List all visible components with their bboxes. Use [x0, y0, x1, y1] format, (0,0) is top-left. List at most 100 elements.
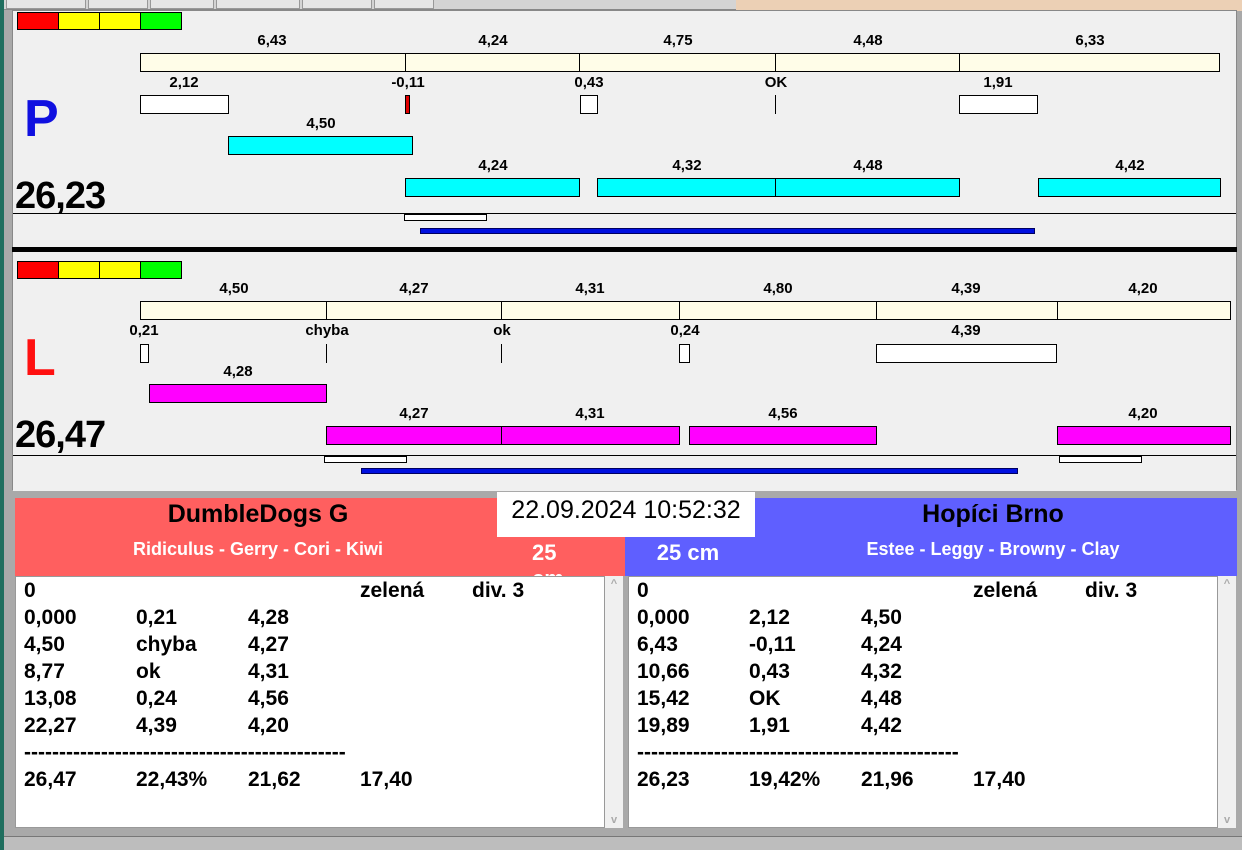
left-scrollbar[interactable]: ^ v	[605, 576, 623, 828]
total-cell: 21,96	[861, 768, 914, 791]
reaction-label: 0,21	[129, 322, 159, 339]
result-cell: div. 3	[472, 579, 525, 602]
reaction-marker	[775, 95, 776, 114]
lane-total-time: 26,23	[15, 175, 106, 217]
result-cell: 4,24	[861, 633, 902, 656]
progress-track	[13, 213, 1236, 249]
reaction-bar	[140, 95, 229, 114]
reaction-label: 2,12	[169, 74, 199, 91]
result-cell: 8,77	[24, 660, 65, 683]
reaction-label: ok	[493, 322, 511, 339]
split-bar	[775, 53, 960, 72]
team-name: DumbleDogs G	[167, 500, 349, 528]
result-cell: div. 3	[1085, 579, 1138, 602]
tab[interactable]	[88, 0, 148, 9]
result-cell: 1,91	[749, 714, 790, 737]
progress-bar	[361, 468, 1018, 474]
result-cell: chyba	[136, 633, 197, 656]
split-bar	[579, 53, 776, 72]
result-cell: 4,32	[861, 660, 902, 683]
right-scrollbar[interactable]: ^ v	[1218, 576, 1236, 828]
split-bar	[405, 53, 580, 72]
run-bar	[405, 178, 580, 197]
split-label: 4,20	[1128, 280, 1158, 297]
datetime: 22.09.2024 10:52:32	[497, 492, 755, 537]
tab[interactable]	[216, 0, 300, 9]
reaction-bar	[580, 95, 598, 114]
tab[interactable]	[374, 0, 434, 9]
split-label: 4,80	[763, 280, 793, 297]
scroll-down-icon[interactable]: v	[605, 814, 623, 826]
tab[interactable]	[6, 0, 86, 9]
reaction-bar	[679, 344, 690, 363]
total-cell: 26,47	[24, 768, 77, 791]
result-cell: 0,000	[637, 606, 690, 629]
total-cell: 22,43%	[136, 768, 208, 791]
progress-marker	[1059, 456, 1142, 463]
result-cell: 0	[24, 579, 36, 602]
tab[interactable]	[302, 0, 372, 9]
result-cell: zelená	[973, 579, 1038, 602]
result-cell: 4,20	[248, 714, 289, 737]
result-cell: 0,21	[136, 606, 177, 629]
tab[interactable]	[150, 0, 214, 9]
result-cell: 4,31	[248, 660, 289, 683]
split-label: 6,43	[257, 32, 287, 49]
reaction-label: 1,91	[983, 74, 1013, 91]
reaction-marker	[326, 344, 327, 363]
reaction-marker	[501, 344, 502, 363]
result-cell: zelená	[360, 579, 425, 602]
reaction-bar	[140, 344, 149, 363]
split-bar	[326, 301, 502, 320]
run-label: 4,50	[306, 115, 336, 132]
split-bar	[959, 53, 1220, 72]
right-results-textarea[interactable]	[628, 576, 1218, 828]
result-cell: 4,42	[861, 714, 902, 737]
split-label: 4,50	[219, 280, 249, 297]
total-cell: 17,40	[360, 768, 413, 791]
run-bar	[228, 136, 413, 155]
reaction-label: 4,39	[951, 322, 981, 339]
lane-letter: P	[24, 90, 59, 148]
window-edge	[0, 0, 4, 850]
scroll-down-icon[interactable]: v	[1218, 814, 1236, 826]
reaction-label: -0,11	[391, 74, 425, 91]
jump-height: 25 cm	[656, 540, 720, 565]
run-label: 4,56	[768, 405, 798, 422]
split-bar	[140, 301, 327, 320]
team-dogs: Ridiculus - Gerry - Cori - Kiwi	[132, 539, 384, 559]
run-bar	[501, 426, 680, 445]
result-cell: 19,89	[637, 714, 690, 737]
result-cell: 0	[637, 579, 649, 602]
left-results-textarea[interactable]	[15, 576, 605, 828]
run-bar	[1057, 426, 1231, 445]
run-label: 4,42	[1115, 157, 1145, 174]
run-label: 4,24	[478, 157, 508, 174]
yellow-light	[99, 12, 141, 30]
result-cell: 6,43	[637, 633, 678, 656]
result-cell: 4,56	[248, 687, 289, 710]
result-cell: 0,000	[24, 606, 77, 629]
progress-marker	[404, 214, 487, 221]
result-cell: 4,27	[248, 633, 289, 656]
split-bar	[501, 301, 680, 320]
split-label: 4,31	[575, 280, 605, 297]
separator-line: ----------------------------------------…	[24, 741, 346, 764]
scroll-up-icon[interactable]: ^	[1218, 578, 1236, 590]
total-cell: 17,40	[973, 768, 1026, 791]
result-cell: ok	[136, 660, 161, 683]
yellow-light	[58, 12, 100, 30]
split-bar	[876, 301, 1058, 320]
separator-line: ----------------------------------------…	[637, 741, 959, 764]
lane-total-time: 26,47	[15, 414, 106, 456]
run-label: 4,28	[223, 363, 253, 380]
green-light	[140, 261, 182, 279]
red-light	[17, 261, 59, 279]
total-cell: 19,42%	[749, 768, 821, 791]
split-label: 4,75	[663, 32, 693, 49]
split-bar	[1057, 301, 1231, 320]
yellow-light	[58, 261, 100, 279]
result-cell: 0,43	[749, 660, 790, 683]
reaction-label: 0,43	[574, 74, 604, 91]
scroll-up-icon[interactable]: ^	[605, 578, 623, 590]
